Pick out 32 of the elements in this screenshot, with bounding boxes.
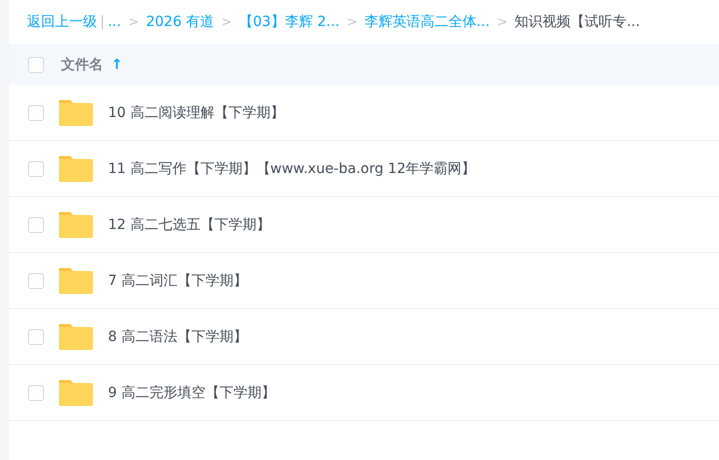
- folder-name[interactable]: 8 高二语法【下学期】: [108, 328, 248, 346]
- folder-icon: [59, 267, 93, 294]
- checkbox[interactable]: [28, 104, 44, 120]
- folder-icon: [59, 211, 93, 238]
- divider-text: |: [100, 14, 105, 30]
- breadcrumb-separator: >: [128, 14, 139, 30]
- breadcrumb-link[interactable]: 2026 有道: [146, 13, 214, 31]
- folder-name[interactable]: 7 高二词汇【下学期】: [108, 272, 248, 290]
- folder-icon: [59, 379, 93, 406]
- folder-name[interactable]: 12 高二七选五【下学期】: [108, 216, 270, 234]
- folder-name[interactable]: 11 高二写作【下学期】【www.xue-ba.org 12年学霸网】: [108, 160, 476, 178]
- checkbox[interactable]: [28, 328, 44, 344]
- breadcrumb-separator: >: [221, 14, 232, 30]
- checkbox[interactable]: [28, 160, 44, 176]
- back-link[interactable]: 返回上一级: [27, 13, 97, 31]
- column-label[interactable]: 文件名: [61, 56, 103, 74]
- sort-arrow[interactable]: ↑: [111, 56, 123, 72]
- breadcrumb-separator: >: [496, 14, 508, 30]
- breadcrumb-current: 知识视频【试听专...: [514, 13, 640, 31]
- checkbox[interactable]: [28, 56, 44, 72]
- breadcrumb-link[interactable]: 【03】李辉 2...: [238, 13, 340, 31]
- folder-name[interactable]: 10 高二阅读理解【下学期】: [108, 104, 284, 122]
- checkbox[interactable]: [28, 272, 44, 288]
- breadcrumb-link[interactable]: ...: [108, 14, 122, 30]
- checkbox[interactable]: [28, 384, 44, 400]
- breadcrumb-separator: >: [346, 14, 358, 30]
- folder-icon: [59, 323, 93, 350]
- folder-icon: [59, 99, 93, 126]
- breadcrumb-link[interactable]: 李辉英语高二全体...: [364, 13, 490, 31]
- folder-name[interactable]: 9 高二完形填空【下学期】: [108, 384, 276, 402]
- checkbox[interactable]: [28, 216, 44, 232]
- folder-icon: [59, 155, 93, 182]
